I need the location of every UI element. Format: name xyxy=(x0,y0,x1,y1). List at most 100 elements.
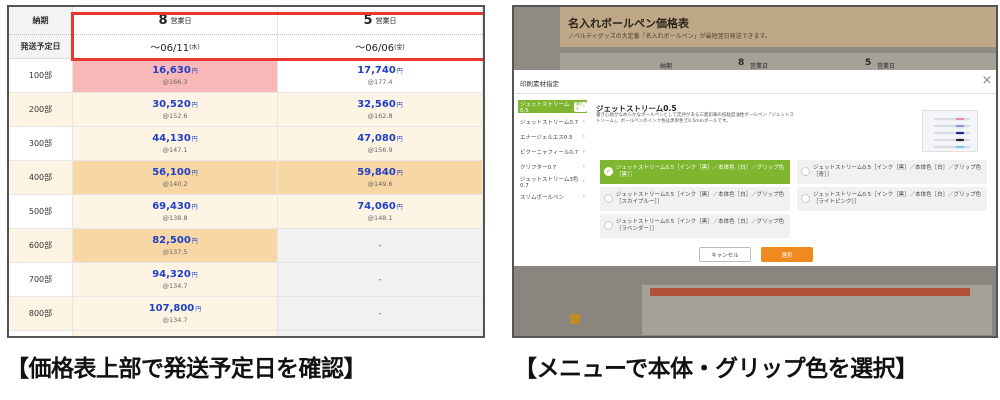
menu-item[interactable]: ジェットストリーム0.5 選択中 › xyxy=(518,100,587,114)
price-cell[interactable]: 56,100円 @140.2 xyxy=(73,161,278,194)
radio-empty-icon xyxy=(604,194,613,203)
unit-price: @138.8 xyxy=(162,213,188,222)
price-amount: 74,060 xyxy=(357,200,396,212)
qty-cell: 500部 xyxy=(9,195,73,228)
price-amount: 56,100 xyxy=(152,166,191,178)
qty-cell: 300部 xyxy=(9,127,73,160)
option-line1: ジェットストリーム0.5［インク［黒］／本体色［白］／グリップ色 xyxy=(616,219,785,225)
col1-dow: (水) xyxy=(189,44,200,51)
bg-col1-unit: 営業日 xyxy=(750,63,769,70)
chevron-right-icon: › xyxy=(582,178,585,185)
price-cell[interactable]: 69,430円 @138.8 xyxy=(73,195,278,228)
color-option[interactable]: ✓ ジェットストリーム0.5［インク［黒］／本体色［白］／グリップ色 ［黒］］ xyxy=(600,160,790,184)
qty-cell: 100部 xyxy=(9,59,73,92)
menu-item-label: ジェットストリーム3色0.7 xyxy=(520,176,579,189)
price-cell[interactable]: - xyxy=(278,331,483,336)
color-option[interactable]: ジェットストリーム0.5［インク［黒］／本体色［白］／グリップ色 ［スカイブルー］… xyxy=(600,187,790,211)
price-cell[interactable]: 16,630円 @166.3 xyxy=(73,59,278,92)
bg-bottom-bar xyxy=(650,288,970,296)
price-value: 82,500円 xyxy=(152,235,198,248)
currency-unit: 円 xyxy=(191,203,198,211)
color-option[interactable]: ジェットストリーム0.5［インク［黒］／本体色［白］／グリップ色 ［ライトピンク］… xyxy=(797,187,987,211)
menu-item-label: クリフター0.7 xyxy=(520,164,557,171)
price-value: 74,060円 xyxy=(357,201,403,214)
color-option[interactable]: ジェットストリーム0.5［インク［黒］／本体色［白］／グリップ色 ［ラベンダー］］ xyxy=(600,214,790,238)
menu-item[interactable]: ジェットストリーム3色0.7 › xyxy=(518,175,587,189)
price-cell[interactable]: 74,060円 @148.1 xyxy=(278,195,483,228)
price-amount: 121,270 xyxy=(149,337,195,339)
currency-unit: 円 xyxy=(191,67,198,75)
price-table-screenshot: 納期 8 営業日 5 営業日 発送予定日 〜06/11 (水) 〜06/06 (… xyxy=(7,5,485,338)
price-cell[interactable]: 47,080円 @156.9 xyxy=(278,127,483,160)
price-cell[interactable]: 32,560円 @162.8 xyxy=(278,93,483,126)
color-select-screenshot: 名入れボールペン価格表 ノベルティグッズの大定番「名入れボールペン」が最短翌日発… xyxy=(512,5,998,338)
price-cell[interactable]: 121,270円@134.7 xyxy=(73,331,278,339)
menu-item[interactable]: ビクーニャフィール0.7 › xyxy=(518,145,587,158)
menu-item-label: ジェットストリーム0.7 xyxy=(520,119,579,126)
price-value: 32,560円 xyxy=(357,99,403,112)
table-row: 500部 69,430円 @138.8 74,060円 @148.1 xyxy=(9,195,483,229)
menu-item[interactable]: クリフター0.7 › xyxy=(518,160,587,173)
menu-item-label: スリムボールペン xyxy=(520,194,565,201)
cancel-button[interactable]: キャンセル xyxy=(699,247,751,262)
option-line2: ［スカイブルー］］ xyxy=(616,199,663,205)
price-table: 納期 8 営業日 5 営業日 発送予定日 〜06/11 (水) 〜06/06 (… xyxy=(9,7,483,339)
option-text: ジェットストリーム0.5［インク［黒］／本体色［白］／グリップ色 ［黒］］ xyxy=(616,165,784,179)
price-cell[interactable]: 59,840円 @149.6 xyxy=(278,161,483,194)
price-value: 69,430円 xyxy=(152,201,198,214)
unit-price: @177.4 xyxy=(367,77,393,86)
qty-cell: 600部 xyxy=(9,229,73,262)
col2-days: 5 xyxy=(363,13,373,28)
lead-time-col2[interactable]: 5 営業日 xyxy=(278,7,483,34)
option-line1: ジェットストリーム0.5［インク［黒］／本体色［白］／グリップ色 xyxy=(813,165,982,171)
currency-unit: 円 xyxy=(396,135,403,143)
ship-date-col1: 〜06/11 (水) xyxy=(73,35,278,58)
price-cell[interactable]: - xyxy=(278,263,483,296)
price-cell[interactable]: 94,320円 @134.7 xyxy=(73,263,278,296)
currency-unit: 円 xyxy=(396,101,403,109)
lead-time-col1[interactable]: 8 営業日 xyxy=(73,7,278,34)
menu-item[interactable]: ジェットストリーム0.7 › xyxy=(518,115,587,128)
menu-item[interactable]: スリムボールペン › xyxy=(518,190,587,203)
price-amount: 32,560 xyxy=(357,98,396,110)
currency-unit: 円 xyxy=(195,305,202,313)
menu-item[interactable]: エナージェルエス0.5 › xyxy=(518,130,587,143)
bg-col1: 8 xyxy=(738,58,745,68)
unavailable-dash: - xyxy=(378,308,382,319)
price-cell[interactable]: 107,800円 @134.7 xyxy=(73,297,278,330)
unit-price: @140.2 xyxy=(162,179,188,188)
qty-cell: 800部 xyxy=(9,297,73,330)
header-row-lead-time: 納期 8 営業日 5 営業日 xyxy=(9,7,483,35)
price-cell[interactable]: 30,520円 @152.6 xyxy=(73,93,278,126)
price-amount: 47,080 xyxy=(357,132,396,144)
qty-cell: 700部 xyxy=(9,263,73,296)
price-cell[interactable]: 17,740円 @177.4 xyxy=(278,59,483,92)
unavailable-dash: - xyxy=(378,240,382,251)
price-cell[interactable]: 44,130円 @147.1 xyxy=(73,127,278,160)
modal-header: 印刷素材指定 × xyxy=(514,70,996,94)
pens-icon xyxy=(933,117,971,149)
col2-date: 〜06/06 xyxy=(355,43,395,54)
col2-unit: 営業日 xyxy=(375,16,397,25)
lead-time-label: 納期 xyxy=(9,7,73,34)
option-text: ジェットストリーム0.5［インク［黒］／本体色［白］／グリップ色 ［ラベンダー］］ xyxy=(616,219,784,233)
color-option[interactable]: ジェットストリーム0.5［インク［黒］／本体色［白］／グリップ色 ［青］］ xyxy=(797,160,987,184)
table-row: 700部 94,320円 @134.7- xyxy=(9,263,483,297)
bg-col-label: 納期 xyxy=(660,63,673,70)
price-cell[interactable]: 82,500円 @137.5 xyxy=(73,229,278,262)
table-row: 300部 44,130円 @147.1 47,080円 @156.9 xyxy=(9,127,483,161)
price-amount: 82,500 xyxy=(152,234,191,246)
price-cell[interactable]: - xyxy=(278,297,483,330)
price-amount: 94,320 xyxy=(152,268,191,280)
menu-item-label: ビクーニャフィール0.7 xyxy=(520,149,579,156)
currency-unit: 円 xyxy=(396,203,403,211)
table-row: 400部 56,100円 @140.2 59,840円 @149.6 xyxy=(9,161,483,195)
select-button[interactable]: 選択 xyxy=(761,247,813,262)
option-text: ジェットストリーム0.5［インク［黒］／本体色［白］／グリップ色 ［青］］ xyxy=(813,165,981,179)
option-line1: ジェットストリーム0.5［インク［黒］／本体色［白］／グリップ色 xyxy=(813,192,982,198)
price-value: 94,320円 xyxy=(152,269,198,282)
price-cell[interactable]: - xyxy=(278,229,483,262)
unit-price: @166.3 xyxy=(162,77,188,86)
close-icon[interactable]: × xyxy=(980,74,994,88)
chevron-right-icon: › xyxy=(582,193,585,200)
